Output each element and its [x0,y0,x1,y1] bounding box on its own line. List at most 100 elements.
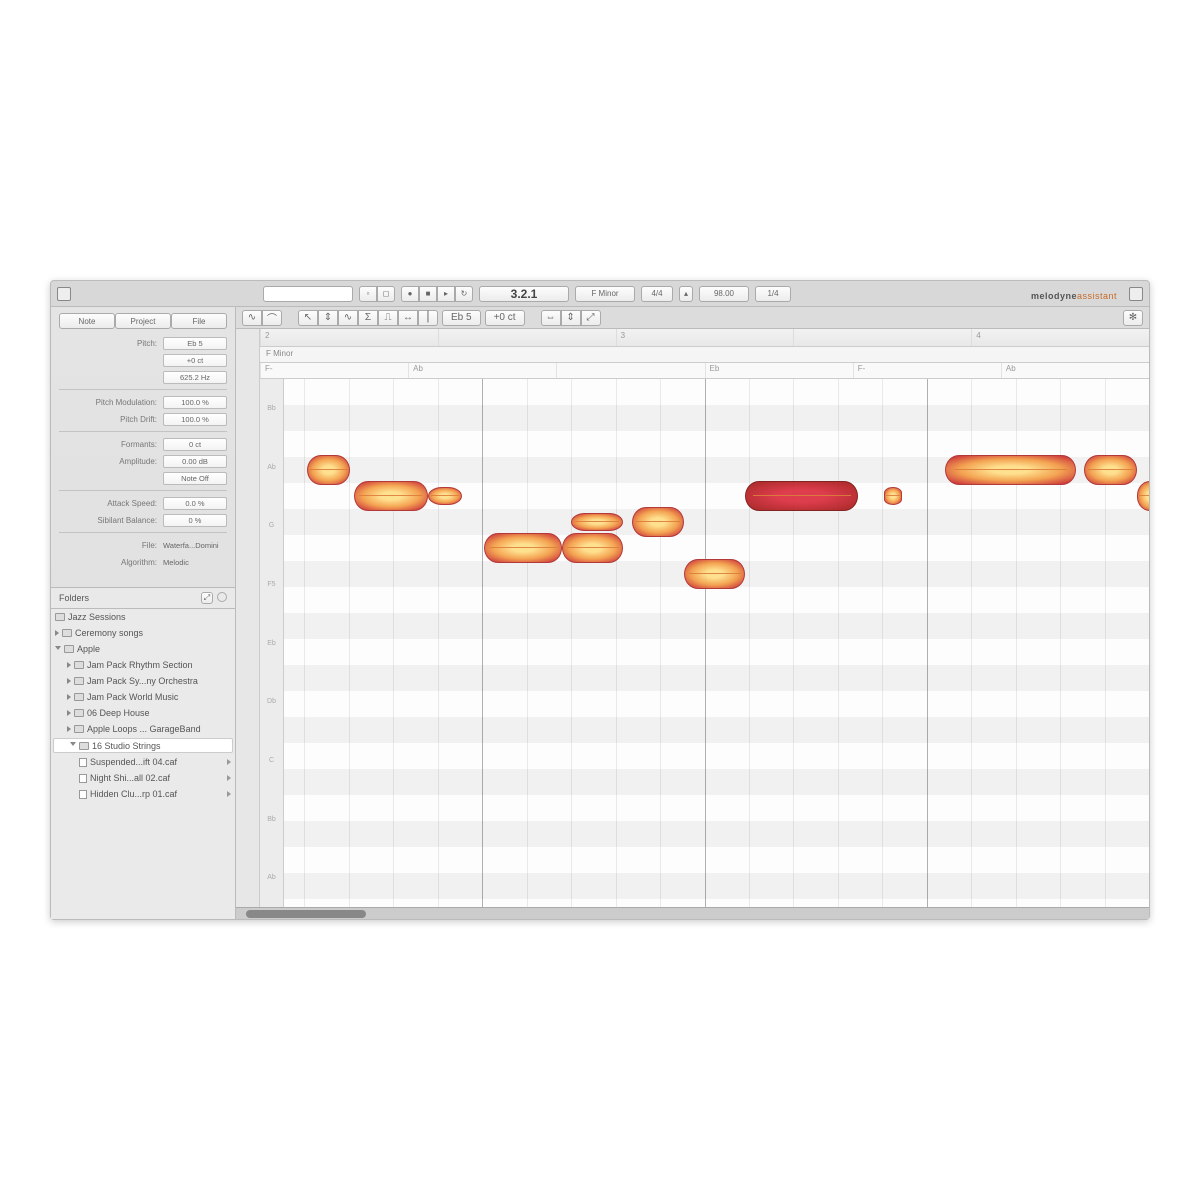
app-window: ▫ ◻ ● ■ ▸ ↻ 3.2.1 F Minor 4/4 ▴ 98.00 1/… [50,280,1150,920]
file-icon [79,758,87,767]
tool-amplitude-icon[interactable]: ⎍ [378,310,398,326]
zoom-out-icon[interactable]: ▫ [359,286,377,302]
chord-bar[interactable]: F-AbEbF-Ab [260,363,1149,379]
key-bar[interactable]: F Minor [260,347,1149,363]
tree-item[interactable]: 06 Deep House [51,705,235,721]
tool-pitch-field[interactable]: Eb 5 [442,310,481,326]
tool-arc-icon[interactable]: ⌒ [262,310,282,326]
tree-label: 16 Studio Strings [92,741,161,751]
tool-scroll-h-icon[interactable]: ⇔ [541,310,561,326]
tool-formants-icon[interactable]: Σ [358,310,378,326]
folders-collapse-icon[interactable]: ⤢ [201,592,213,604]
tree-item[interactable]: Jazz Sessions [51,609,235,625]
note-blob[interactable] [884,487,901,505]
play-controls[interactable]: ● ■ ▸ ↻ [401,286,473,302]
tool-pointer-icon[interactable]: ↖ [298,310,318,326]
prop-value[interactable]: +0 ct [163,354,227,367]
tree-item[interactable]: 16 Studio Strings [53,738,233,753]
settings-button[interactable] [1129,287,1143,301]
expand-icon[interactable] [67,710,71,716]
tab-file[interactable]: File [171,313,227,329]
tool-timing-icon[interactable]: ↔ [398,310,418,326]
tool-modulation-icon[interactable]: ∿ [338,310,358,326]
expand-icon[interactable] [70,742,76,749]
prop-value[interactable]: Eb 5 [163,337,227,350]
tree-item[interactable]: Night Shi...all 02.caf [51,770,235,786]
tree-item[interactable]: Apple Loops ... GarageBand [51,721,235,737]
tool-separation-icon[interactable]: ⎮ [418,310,438,326]
tab-note[interactable]: Note [59,313,115,329]
prop-value[interactable]: 625.2 Hz [163,371,227,384]
tool-row: ∿ ⌒ ↖ ⇕ ∿ Σ ⎍ ↔ ⎮ Eb 5 +0 ct ⇔ [236,307,1149,329]
folder-icon [64,645,74,653]
file-label: File: [59,541,163,550]
tree-item[interactable]: Hidden Clu...rp 01.caf [51,786,235,802]
metronome-icon[interactable]: ▴ [679,286,693,302]
prop-value[interactable]: 100.0 % [163,413,227,426]
tree-item[interactable]: Jam Pack World Music [51,689,235,705]
prop-value[interactable]: 100.0 % [163,396,227,409]
file-icon [79,790,87,799]
tree-item[interactable]: Suspended...ift 04.caf [51,754,235,770]
tool-cents-field[interactable]: +0 ct [485,310,525,326]
folder-tree[interactable]: Jazz SessionsCeremony songsAppleJam Pack… [51,609,235,919]
expand-icon[interactable] [55,630,59,636]
tool-zoom-icon[interactable]: ⤢ [581,310,601,326]
note-grid[interactable]: BbAbGF5EbDbCBbAb [260,379,1149,907]
chevron-right-icon[interactable] [227,759,231,765]
snap-display[interactable]: 1/4 [755,286,791,302]
prop-label: Attack Speed: [59,499,163,508]
tree-item[interactable]: Ceremony songs [51,625,235,641]
note-blob[interactable] [571,513,623,531]
record-icon[interactable]: ● [401,286,419,302]
topbar: ▫ ◻ ● ■ ▸ ↻ 3.2.1 F Minor 4/4 ▴ 98.00 1/… [51,281,1149,307]
expand-icon[interactable] [55,646,61,653]
note-blob[interactable] [945,455,1076,485]
tree-item[interactable]: Jam Pack Sy...ny Orchestra [51,673,235,689]
expand-icon[interactable] [67,678,71,684]
timesig-display[interactable]: 4/4 [641,286,673,302]
prop-value[interactable]: 0.0 % [163,497,227,510]
expand-icon[interactable] [67,726,71,732]
volume-slider[interactable] [263,286,353,302]
note-blob[interactable] [428,487,463,505]
note-blob[interactable] [745,481,858,511]
stop-icon[interactable]: ■ [419,286,437,302]
note-blob[interactable] [307,455,351,485]
expand-icon[interactable] [67,662,71,668]
tempo-display[interactable]: 98.00 [699,286,749,302]
position-display[interactable]: 3.2.1 [479,286,569,302]
h-scrollbar[interactable] [236,907,1149,919]
tool-settings-icon[interactable]: ✻ [1123,310,1143,326]
bar-ruler[interactable]: 234 [260,329,1149,347]
tree-item[interactable]: Apple [51,641,235,657]
note-blob[interactable] [1084,455,1136,485]
menu-button[interactable] [57,287,71,301]
note-blob[interactable] [632,507,684,537]
chevron-right-icon[interactable] [227,775,231,781]
tab-project[interactable]: Project [115,313,171,329]
prop-value[interactable]: 0 ct [163,438,227,451]
zoom-in-icon[interactable]: ◻ [377,286,395,302]
prop-value[interactable]: 0 % [163,514,227,527]
note-blob[interactable] [1137,481,1149,511]
note-blob[interactable] [354,481,428,511]
play-icon[interactable]: ▸ [437,286,455,302]
note-blob[interactable] [562,533,623,563]
tree-item[interactable]: Jam Pack Rhythm Section [51,657,235,673]
folders-refresh-icon[interactable] [217,592,227,602]
expand-icon[interactable] [67,694,71,700]
key-display[interactable]: F Minor [575,286,635,302]
tool-curve-icon[interactable]: ∿ [242,310,262,326]
zoom-controls[interactable]: ▫ ◻ [359,286,395,302]
loop-icon[interactable]: ↻ [455,286,473,302]
sidebar-tabs[interactable]: Note Project File [59,313,227,329]
prop-value[interactable]: Note Off [163,472,227,485]
note-blob[interactable] [484,533,562,563]
tool-scroll-v-icon[interactable]: ⇕ [561,310,581,326]
h-scroll-thumb[interactable] [246,910,366,918]
tool-pitch-icon[interactable]: ⇕ [318,310,338,326]
prop-value[interactable]: 0.00 dB [163,455,227,468]
note-blob[interactable] [684,559,745,589]
chevron-right-icon[interactable] [227,791,231,797]
